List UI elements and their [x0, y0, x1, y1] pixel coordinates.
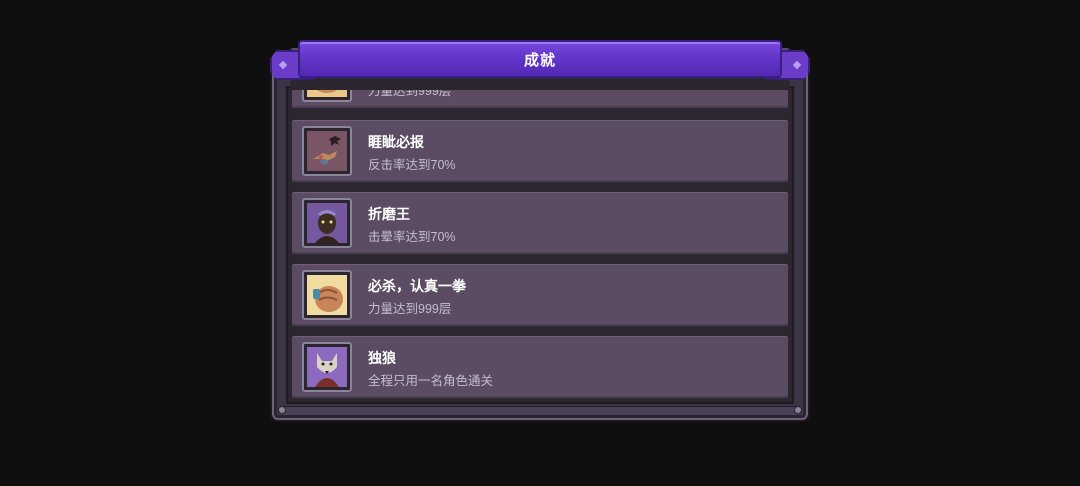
bolt-icon: [794, 406, 802, 414]
achievement-item[interactable]: 折磨王 击晕率达到70%: [290, 190, 790, 256]
achievement-icon-frame: [302, 126, 352, 176]
achievement-description: 全程只用一名角色通关: [368, 374, 494, 388]
achievement-screen: 力量达到999层 睚眦必报 反击率达到70% 折磨王 击晕率达到70% 必杀，认…: [0, 0, 1080, 486]
achievement-icon-frame: [302, 270, 352, 320]
gem-icon: [278, 60, 288, 70]
achievement-title: 睚眦必报: [368, 134, 424, 150]
achievement-description: 力量达到999层: [368, 302, 452, 316]
achievement-item[interactable]: 睚眦必报 反击率达到70%: [290, 118, 790, 184]
achievement-title: 折磨王: [368, 206, 410, 222]
achievement-item[interactable]: 必杀，认真一拳 力量达到999层: [290, 262, 790, 328]
panel-bottom-trim: [280, 406, 800, 415]
torturer-icon: [307, 203, 347, 243]
bolt-icon: [278, 406, 286, 414]
achievement-title: 必杀，认真一拳: [368, 278, 466, 294]
achievement-icon-frame: [302, 342, 352, 392]
achievement-item[interactable]: 独狼 全程只用一名角色通关: [290, 334, 790, 400]
banner-shadow: [290, 78, 790, 90]
lone-wolf-icon: [307, 347, 347, 387]
achievement-title: 独狼: [368, 350, 396, 366]
achievement-description: 击晕率达到70%: [368, 230, 456, 244]
counterattack-icon: [307, 131, 347, 171]
achievement-icon-frame: [302, 198, 352, 248]
panel-title: 成就: [523, 51, 556, 69]
serious-punch-icon: [307, 275, 347, 315]
gem-icon: [792, 60, 802, 70]
achievement-list[interactable]: 力量达到999层 睚眦必报 反击率达到70% 折磨王 击晕率达到70% 必杀，认…: [290, 48, 790, 402]
title-banner: 成就: [298, 40, 782, 78]
achievement-description: 反击率达到70%: [368, 158, 456, 172]
